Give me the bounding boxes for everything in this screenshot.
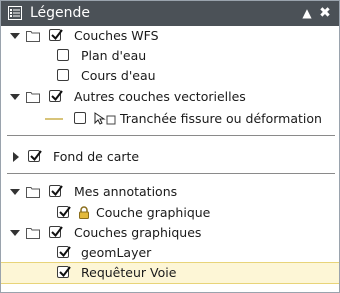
collapsed-arrow-icon[interactable] bbox=[11, 152, 21, 162]
close-icon[interactable]: ✖ bbox=[317, 5, 333, 21]
requeteur-voie-checkbox[interactable] bbox=[57, 266, 71, 278]
tranchee-label: Tranchée fissure ou déformation bbox=[120, 111, 322, 126]
tree-node-couches-graphiques: Couches graphiques bbox=[1, 223, 339, 243]
requeteur-voie-label: Requêteur Voie bbox=[81, 265, 177, 280]
autres-couches-checkbox[interactable] bbox=[49, 90, 63, 102]
folder-icon bbox=[26, 31, 40, 42]
caret-up-icon[interactable]: ▲ bbox=[299, 5, 315, 21]
autres-couches-label: Autres couches vectorielles bbox=[74, 89, 246, 104]
cours-eau-label: Cours d'eau bbox=[81, 68, 156, 83]
expanded-arrow-icon[interactable] bbox=[10, 228, 20, 238]
couches-graphiques-label: Couches graphiques bbox=[74, 225, 202, 240]
folder-icon bbox=[26, 187, 40, 198]
couche-graphique-label: Couche graphique bbox=[96, 205, 211, 220]
folder-icon bbox=[26, 228, 40, 239]
tree-node-plan-eau: Plan d'eau bbox=[1, 46, 339, 66]
line-symbol-icon bbox=[45, 118, 63, 120]
geomlayer-checkbox[interactable] bbox=[57, 246, 71, 258]
lock-icon bbox=[79, 206, 89, 219]
plan-eau-checkbox[interactable] bbox=[57, 49, 69, 61]
couches-wfs-checkbox[interactable] bbox=[49, 29, 63, 41]
couches-graphiques-checkbox[interactable] bbox=[49, 226, 63, 238]
small-box-icon bbox=[106, 115, 116, 125]
legend-panel: Légende ▲ ✖ Couches WFS Plan d'eau Cours… bbox=[0, 0, 340, 293]
expanded-arrow-icon[interactable] bbox=[10, 187, 20, 197]
tree-node-couches-wfs: Couches WFS bbox=[1, 26, 339, 46]
tree-node-couche-graphique: Couche graphique bbox=[1, 203, 339, 223]
expanded-arrow-icon[interactable] bbox=[10, 31, 20, 41]
panel-header: Légende ▲ ✖ bbox=[1, 1, 339, 26]
panel-title: Légende bbox=[30, 5, 91, 21]
geomlayer-label: geomLayer bbox=[81, 245, 152, 260]
couche-graphique-checkbox[interactable] bbox=[57, 206, 71, 218]
tree-node-requeteur-voie[interactable]: Requêteur Voie bbox=[1, 262, 339, 284]
tree-node-autres-couches: Autres couches vectorielles bbox=[1, 87, 339, 107]
fond-de-carte-label: Fond de carte bbox=[53, 149, 140, 164]
tree-node-cours-eau: Cours d'eau bbox=[1, 66, 339, 86]
cours-eau-checkbox[interactable] bbox=[57, 69, 69, 81]
expanded-arrow-icon[interactable] bbox=[10, 92, 20, 102]
tranchee-checkbox[interactable] bbox=[74, 112, 86, 124]
mes-annotations-label: Mes annotations bbox=[74, 184, 178, 199]
tree-node-fond-de-carte: Fond de carte bbox=[1, 147, 339, 167]
tree-node-mes-annotations: Mes annotations bbox=[1, 182, 339, 202]
couches-wfs-label: Couches WFS bbox=[74, 28, 159, 43]
mes-annotations-checkbox[interactable] bbox=[49, 185, 63, 197]
divider bbox=[7, 173, 335, 174]
divider bbox=[7, 135, 335, 136]
fond-de-carte-checkbox[interactable] bbox=[28, 150, 42, 162]
legend-list-icon bbox=[8, 6, 22, 20]
tree-node-tranchee: Tranchée fissure ou déformation bbox=[1, 109, 339, 129]
folder-icon bbox=[26, 92, 40, 103]
plan-eau-label: Plan d'eau bbox=[81, 48, 147, 63]
tree-node-geomlayer: geomLayer bbox=[1, 243, 339, 263]
